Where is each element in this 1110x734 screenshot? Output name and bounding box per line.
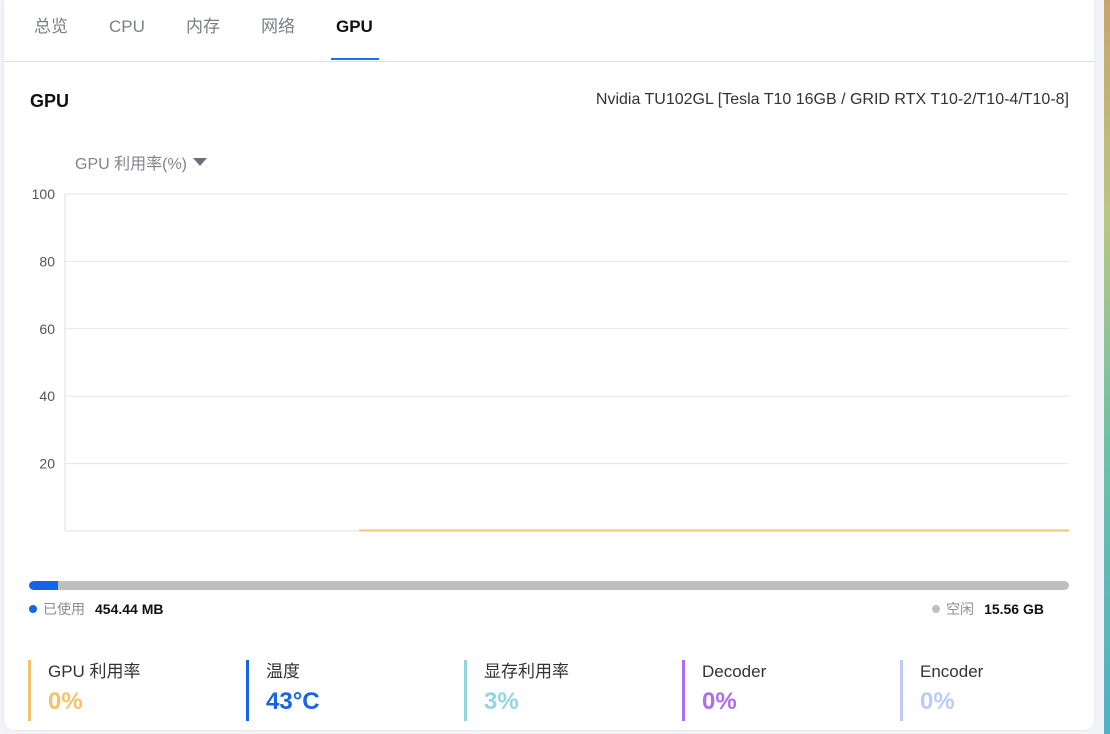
stat-value: 43°C: [266, 688, 320, 715]
gpu-model-name: Nvidia TU102GL [Tesla T10 16GB / GRID RT…: [595, 91, 1069, 108]
stat-vram-utilization: 显存利用率 3%: [464, 660, 569, 721]
memory-used-legend: 已使用 454.44 MB: [29, 599, 163, 619]
active-tab-indicator: [331, 58, 379, 60]
desktop-background-edge: [1104, 0, 1110, 734]
stat-label: 显存利用率: [484, 662, 569, 681]
gpu-section-title: GPU: [30, 91, 70, 111]
stat-gpu-utilization: GPU 利用率 0%: [28, 660, 141, 721]
y-tick-label: 80: [39, 253, 55, 269]
stat-decoder: Decoder 0%: [682, 660, 766, 721]
gpu-monitor-panel: 总览 CPU 内存 网络 GPU GPU Nvidia TU102GL [Tes…: [4, 0, 1094, 730]
stat-label: Encoder: [920, 662, 984, 681]
gpu-utilization-chart: 20 40 60 80 100: [32, 186, 1069, 532]
memory-usage-fill: [29, 581, 59, 590]
stat-temperature: 温度 43°C: [246, 660, 320, 721]
tab-memory[interactable]: 内存: [186, 16, 220, 38]
tab-network[interactable]: 网络: [261, 16, 295, 38]
memory-free-legend: 空闲 15.56 GB: [932, 599, 1044, 619]
tab-overview[interactable]: 总览: [34, 16, 68, 38]
free-dot-icon: [932, 605, 941, 613]
stat-label: 温度: [266, 662, 300, 681]
stat-value: 0%: [48, 688, 83, 715]
stat-value: 0%: [702, 688, 737, 715]
stat-value: 3%: [484, 688, 519, 715]
stat-label: Decoder: [702, 662, 767, 681]
used-dot-icon: [29, 605, 37, 613]
tab-gpu[interactable]: GPU: [336, 16, 373, 38]
metric-dropdown[interactable]: GPU 利用率(%): [75, 150, 208, 174]
tab-cpu[interactable]: CPU: [109, 16, 145, 38]
stat-value: 0%: [920, 688, 955, 715]
memory-free-value: 15.56 GB: [984, 601, 1044, 617]
tab-bar: 总览 CPU 内存 网络 GPU: [4, 0, 1094, 62]
y-tick-label: 60: [39, 321, 55, 337]
y-tick-label: 40: [39, 388, 55, 404]
y-tick-label: 20: [39, 456, 55, 472]
memory-free-label: 空闲: [946, 601, 975, 617]
y-tick-label: 100: [32, 186, 56, 202]
memory-used-label: 已使用: [43, 601, 85, 617]
metric-dropdown-label: GPU 利用率(%): [75, 156, 188, 173]
stat-encoder: Encoder 0%: [900, 660, 983, 721]
memory-used-value: 454.44 MB: [95, 601, 164, 617]
stat-label: GPU 利用率: [48, 662, 141, 681]
caret-down-icon: [193, 158, 208, 166]
memory-usage-bar: [29, 581, 1069, 590]
